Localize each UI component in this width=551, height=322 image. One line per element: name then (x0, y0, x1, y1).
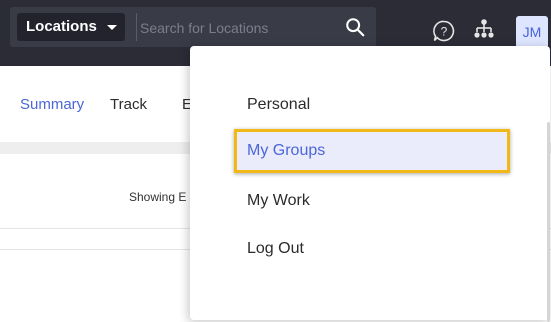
tab-track[interactable]: Track (110, 96, 147, 113)
search-scope-label: Locations (26, 18, 97, 35)
search-scope-dropdown[interactable]: Locations (17, 13, 125, 41)
menu-item-my-groups[interactable]: My Groups (234, 129, 510, 173)
search-input[interactable] (138, 13, 342, 43)
svg-text:?: ? (441, 25, 448, 39)
search-divider (136, 13, 137, 41)
menu-item-personal[interactable]: Personal (247, 96, 310, 114)
caret-down-icon (107, 25, 117, 30)
tab-summary[interactable]: Summary (20, 96, 84, 113)
menu-item-log-out[interactable]: Log Out (247, 240, 304, 258)
org-chart-icon[interactable] (472, 17, 496, 41)
user-avatar[interactable]: JM (516, 16, 548, 48)
user-menu: Personal My Groups My Work Log Out (190, 46, 550, 322)
search-bar: Locations (10, 7, 376, 47)
showing-text: Showing E (129, 190, 187, 204)
help-icon[interactable]: ? (432, 19, 456, 43)
search-icon[interactable] (344, 16, 366, 38)
menu-item-my-work[interactable]: My Work (247, 192, 310, 210)
scrollbar[interactable] (547, 122, 550, 322)
